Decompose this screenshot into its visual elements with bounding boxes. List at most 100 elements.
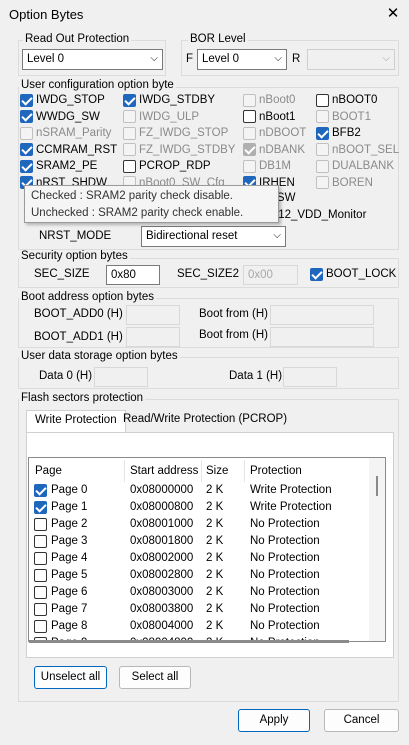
checkbox-icon[interactable] (34, 552, 47, 565)
option-ndbank-checkbox[interactable]: nDBANK (243, 142, 305, 158)
option-iwdg-stop-checkbox[interactable]: IWDG_STOP (20, 92, 105, 108)
bor-r-select[interactable]: ⌵ (307, 49, 395, 70)
option-label: nDBOOT (259, 127, 307, 139)
option-nboot0-checkbox[interactable]: nBOOT0 (316, 92, 377, 108)
cell-size: 2 K (206, 484, 224, 496)
tooltip-line-1: Checked : SRAM2 parity check disable. (31, 190, 233, 202)
option-db1m-checkbox[interactable]: DB1M (243, 158, 291, 174)
option-boren-checkbox[interactable]: BOREN (316, 175, 373, 191)
option-fz-iwdg-stdby-checkbox[interactable]: FZ_IWDG_STDBY (123, 142, 235, 158)
option-ccmram-rst-checkbox[interactable]: CCMRAM_RST (20, 142, 117, 158)
cell-addr: 0x08004000 (130, 620, 194, 632)
tab-pcrop[interactable]: Read/Write Protection (PCROP) (115, 410, 295, 432)
rdp-select[interactable]: Level 0 ⌵ (22, 49, 163, 70)
option-bfb2-checkbox[interactable]: BFB2 (316, 125, 361, 141)
sec-size2-field[interactable]: 0x00 (243, 265, 298, 285)
cell-page: Page 4 (51, 552, 88, 564)
chevron-down-icon: ⌵ (150, 53, 158, 64)
select-all-button[interactable]: Select all (119, 666, 191, 689)
option-label: nBOOT0 (332, 94, 378, 106)
nrst-mode-select[interactable]: Bidirectional reset ⌵ (141, 226, 286, 247)
table-row[interactable]: Page 0 0x08000000 2 K Write Protection (29, 483, 369, 500)
rdp-select-value: Level 0 (27, 53, 65, 65)
checkbox-icon (316, 176, 329, 189)
table-row[interactable]: Page 3 0x08001800 2 K No Protection (29, 534, 369, 551)
option-nboot1-checkbox[interactable]: nBoot1 (243, 109, 295, 125)
option-fz-iwdg-stop-checkbox[interactable]: FZ_IWDG_STOP (123, 125, 228, 141)
cell-size: 2 K (206, 552, 224, 564)
bor-label: BOR Level (188, 33, 248, 45)
checkbox-icon (123, 110, 136, 123)
checkbox-icon[interactable] (34, 501, 47, 514)
data1-field[interactable] (283, 367, 337, 387)
cell-page: Page 8 (51, 620, 88, 632)
sec-size-field[interactable]: 0x80 (106, 265, 160, 285)
table-row[interactable]: Page 6 0x08003000 2 K No Protection (29, 585, 369, 602)
option-dualbank-checkbox[interactable]: DUALBANK (316, 158, 394, 174)
col-header-size[interactable]: Size (206, 460, 228, 482)
boot-add1-label: BOOT_ADD1 (H) (34, 331, 123, 343)
sec-size-label: SEC_SIZE (34, 268, 90, 280)
table-row[interactable]: Page 4 0x08002000 2 K No Protection (29, 551, 369, 568)
flash-label: Flash sectors protection (19, 392, 146, 404)
option-boot1-checkbox[interactable]: BOOT1 (316, 109, 371, 125)
page-list[interactable]: Page Start address Size Protection Page … (28, 457, 386, 642)
rdp-label: Read Out Protection (23, 33, 132, 45)
vertical-scrollbar[interactable] (369, 458, 385, 641)
table-row[interactable]: Page 1 0x08000800 2 K Write Protection (29, 500, 369, 517)
cell-addr: 0x08000000 (130, 484, 194, 496)
data0-field[interactable] (94, 367, 148, 387)
checkbox-icon[interactable] (34, 603, 47, 616)
cell-size: 2 K (206, 586, 224, 598)
checkbox-icon[interactable] (34, 569, 47, 582)
tab-write-protection[interactable]: Write Protection (26, 410, 126, 433)
option-label: FZ_IWDG_STDBY (139, 143, 236, 156)
table-row[interactable]: Page 8 0x08004000 2 K No Protection (29, 619, 369, 636)
table-row[interactable]: Page 5 0x08002800 2 K No Protection (29, 568, 369, 585)
hscroll-thumb[interactable] (29, 640, 349, 643)
option-pcrop-rdp-checkbox[interactable]: PCROP_RDP (123, 158, 211, 174)
cell-prot: Write Protection (250, 501, 332, 513)
boot-from1-field[interactable] (270, 305, 374, 325)
close-icon[interactable]: ✕ (384, 5, 402, 23)
table-row[interactable]: Page 2 0x08001000 2 K No Protection (29, 517, 369, 534)
col-header-page[interactable]: Page (35, 460, 62, 482)
table-row[interactable]: Page 7 0x08003800 2 K No Protection (29, 602, 369, 619)
checkbox-icon (243, 93, 256, 107)
option-iwdg-ulp-checkbox[interactable]: IWDG_ULP (123, 109, 199, 125)
option-nboot-sel-checkbox[interactable]: nBOOT_SEL (316, 142, 399, 158)
option-ndboot-checkbox[interactable]: nDBOOT (243, 125, 306, 141)
horizontal-scrollbar[interactable] (29, 640, 369, 643)
option-label: BOOT1 (332, 110, 371, 123)
unselect-all-button[interactable]: Unselect all (34, 666, 107, 689)
chevron-down-icon: ⌵ (382, 53, 390, 64)
checkbox-icon[interactable] (34, 535, 47, 548)
checkbox-icon[interactable] (34, 518, 47, 531)
checkbox-icon[interactable] (34, 484, 47, 497)
col-header-protection[interactable]: Protection (250, 460, 302, 482)
option-sram2-pe-checkbox[interactable]: SRAM2_PE (20, 158, 97, 174)
boot-from2-field[interactable] (270, 327, 374, 347)
nrst-mode-label: NRST_MODE (39, 230, 112, 242)
cell-addr: 0x08001800 (130, 535, 194, 547)
checkbox-icon (20, 143, 33, 156)
col-header-start-address[interactable]: Start address (130, 460, 198, 482)
cell-prot: No Protection (250, 535, 320, 547)
bor-select[interactable]: Level 0 ⌵ (197, 49, 287, 70)
option-nboot0-checkbox[interactable]: nBoot0 (243, 92, 295, 108)
apply-button[interactable]: Apply (238, 709, 310, 732)
checkbox-icon[interactable] (34, 586, 47, 599)
cell-prot: No Protection (250, 552, 320, 564)
option-label: BFB2 (332, 127, 361, 139)
cancel-button[interactable]: Cancel (324, 709, 399, 732)
boot-add1-field[interactable] (126, 327, 180, 347)
boot-lock-checkbox[interactable]: BOOT_LOCK (310, 266, 396, 282)
checkbox-icon[interactable] (34, 620, 47, 633)
boot-add0-field[interactable] (126, 305, 180, 325)
scroll-thumb[interactable] (376, 476, 378, 496)
option-label: nBoot0 (259, 94, 296, 106)
cell-size: 2 K (206, 501, 224, 513)
option-iwdg-stdby-checkbox[interactable]: IWDG_STDBY (123, 92, 215, 108)
option-nsram-parity-checkbox[interactable]: nSRAM_Parity (20, 125, 111, 141)
option-wwdg-sw-checkbox[interactable]: WWDG_SW (20, 109, 100, 125)
